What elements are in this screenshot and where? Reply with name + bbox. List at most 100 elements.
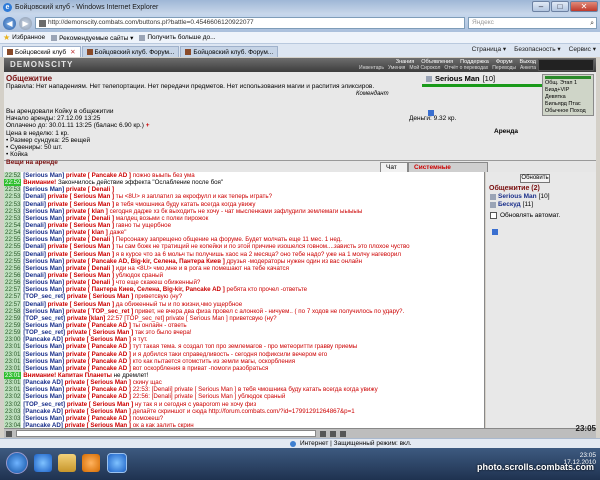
search-icon[interactable]: ⌕ (590, 19, 594, 29)
chat-timestamp[interactable]: 22:59 (4, 329, 22, 337)
filter-icon[interactable] (340, 430, 346, 437)
private-recipients[interactable]: private [ Pancake AD ] (66, 358, 131, 365)
chat-nick[interactable]: [Denali] (23, 193, 46, 200)
private-recipients[interactable]: private [ Denali ] (66, 265, 114, 272)
chat-timestamp[interactable]: 22:53 (4, 193, 22, 201)
quick-link[interactable]: Обычное Поход (545, 108, 591, 115)
auto-refresh-option[interactable]: Обновлять автомат. (490, 212, 560, 219)
private-recipients[interactable]: private [ Pancake AD ] (66, 322, 131, 329)
chat-nick[interactable]: [Serious Man] (23, 208, 64, 215)
private-recipients[interactable]: private [ Pancake AD, Big-kir, Селена, П… (66, 258, 225, 265)
chat-nick[interactable]: [Serious Man] (23, 393, 64, 400)
chat-timestamp[interactable]: 22:56 (4, 271, 22, 280)
fav-link-recommended[interactable]: Рекомендуемые сайты ▾ (51, 34, 133, 42)
chat-timestamp[interactable]: 22:53 (4, 207, 22, 215)
chat-timestamp[interactable]: 22:54 (4, 229, 22, 237)
chat-nick[interactable]: [Denali] (23, 243, 46, 250)
tools-menu[interactable]: Сервис ▾ (569, 45, 596, 53)
chat-nick[interactable]: [Serious Man] (23, 365, 64, 372)
chat-timestamp[interactable]: 22:57 (4, 286, 22, 294)
ie-taskbar-icon[interactable] (34, 454, 52, 472)
player-name[interactable]: Serious Man (498, 193, 537, 201)
private-recipients[interactable]: private [ Serious Man ] (48, 222, 114, 229)
private-recipients[interactable]: private [klan] (67, 315, 106, 322)
send-icon[interactable] (320, 430, 326, 437)
submenu-item[interactable]: Отчёт о переводах (444, 65, 488, 71)
user-name[interactable]: Serious Man (435, 74, 480, 83)
list-item[interactable]: Serious Man [10] (490, 193, 550, 235)
chat-nick[interactable]: [Serious Man] (23, 415, 64, 422)
chat-nick[interactable]: [Serious Man] (23, 215, 64, 222)
fav-link-get-more[interactable]: Получить больше до... (139, 34, 216, 41)
chat-nick[interactable]: [Denali] (23, 222, 46, 229)
chat-nick[interactable]: [Pancake AD] (23, 379, 63, 386)
submenu-item[interactable]: Анкета (520, 65, 536, 71)
private-recipients[interactable]: private [ klan ] (66, 208, 108, 215)
chat-timestamp[interactable]: 23:02 (4, 400, 22, 408)
private-recipients[interactable]: private [ Serious Man ] (48, 251, 114, 258)
chat-nick[interactable]: [Denali] (23, 301, 46, 308)
close-tab-icon[interactable]: ✕ (70, 48, 75, 56)
private-recipients[interactable]: private [ Serious Man ] (67, 329, 133, 336)
chat-timestamp[interactable]: 22:58 (4, 307, 22, 315)
rent-link[interactable]: Аренда (494, 128, 518, 135)
private-recipients[interactable]: private [ Denali ] (66, 279, 114, 286)
browser-tab[interactable]: Бойцовский клуб. Форум... (180, 46, 279, 57)
chat-input[interactable] (16, 430, 316, 437)
private-recipients[interactable]: private [ Pancake AD ] (66, 172, 131, 179)
chat-timestamp[interactable]: 22:55 (4, 257, 22, 265)
chat-nick[interactable]: [Pancake AD] (23, 336, 63, 343)
private-recipients[interactable]: private [ Denali ] (66, 215, 114, 222)
chat-timestamp[interactable]: 23:01 (4, 379, 22, 387)
chat-nick[interactable]: [Serious Man] (23, 343, 64, 350)
chat-timestamp[interactable]: 22:55 (4, 243, 22, 251)
chat-nick[interactable]: [Denali] (23, 251, 46, 258)
chat-nick[interactable]: [Denali] (23, 201, 46, 208)
private-recipients[interactable]: private [ Serious Man ] (48, 201, 114, 208)
chat-timestamp[interactable]: 22:57 (4, 300, 22, 308)
chat-nick[interactable]: [Serious Man] (23, 358, 64, 365)
private-recipients[interactable]: private [ Serious Man ] (48, 272, 114, 279)
smiley-icon[interactable] (6, 430, 12, 437)
private-recipients[interactable]: private [ Пантера Киев, Селена, Big-kir,… (66, 286, 225, 293)
quick-link[interactable]: Общ. Этап 1 (545, 80, 591, 87)
private-recipients[interactable]: private [ Serious Man ] (48, 243, 114, 250)
chat-nick[interactable]: [TOP_sec_ret] (23, 329, 65, 336)
chat-log[interactable]: 22:52 [Serious Man] private [ Pancake AD… (4, 172, 485, 428)
refresh-button[interactable]: Обновить (520, 174, 550, 183)
submenu-item[interactable]: Мой Сирокол (409, 65, 440, 71)
private-recipients[interactable]: private [ Serious Man ] (65, 408, 131, 415)
chat-timestamp[interactable]: 23:03 (4, 414, 22, 422)
chat-nick[interactable]: [Serious Man] (23, 286, 64, 293)
ie-active-taskbar-icon[interactable] (107, 453, 127, 473)
chat-timestamp[interactable]: 23:01 (4, 350, 22, 358)
private-recipients[interactable]: private [ Serious Man ] (48, 301, 114, 308)
private-recipients[interactable]: private [ Pancake AD ] (66, 415, 131, 422)
auto-refresh-checkbox[interactable] (490, 212, 497, 219)
tab-chat[interactable]: Чат (380, 162, 408, 172)
start-button[interactable] (6, 452, 28, 474)
private-recipients[interactable]: private [ Denali ] (66, 236, 114, 243)
page-menu[interactable]: Страница ▾ (472, 45, 507, 53)
minimize-button[interactable]: – (532, 1, 550, 12)
chat-nick[interactable]: [Serious Man] (23, 229, 64, 236)
submenu-item[interactable]: Переводы (492, 65, 516, 71)
private-recipients[interactable]: private [ klan ] (66, 229, 108, 236)
list-item[interactable]: Бескуд [11] (490, 201, 550, 235)
chat-timestamp[interactable]: 22:53 (4, 186, 22, 194)
chat-nick[interactable]: [Serious Man] (23, 265, 64, 272)
chat-timestamp[interactable]: 22:59 (4, 314, 22, 322)
close-button[interactable]: ✕ (570, 1, 598, 12)
private-recipients[interactable]: private [ Denali ] (66, 186, 114, 193)
private-recipients[interactable]: private [ Pancake AD ] (66, 393, 131, 400)
chat-timestamp[interactable]: 22:53 (4, 214, 22, 222)
chat-nick[interactable]: [Serious Man] (23, 172, 64, 179)
private-recipients[interactable]: private [ Serious Man ] (67, 293, 133, 300)
private-recipients[interactable]: private [ TOP_sec_ret ] (66, 308, 133, 315)
favorites-button[interactable]: ★ Избранное (3, 33, 45, 42)
private-recipients[interactable]: private [ Pancake AD ] (66, 365, 131, 372)
chat-timestamp[interactable]: 23:01 (4, 371, 22, 380)
chat-nick[interactable]: [TOP_sec_ret] (23, 293, 65, 300)
safety-menu[interactable]: Безопасность ▾ (514, 45, 561, 53)
quick-link[interactable]: Девятка (545, 94, 591, 101)
